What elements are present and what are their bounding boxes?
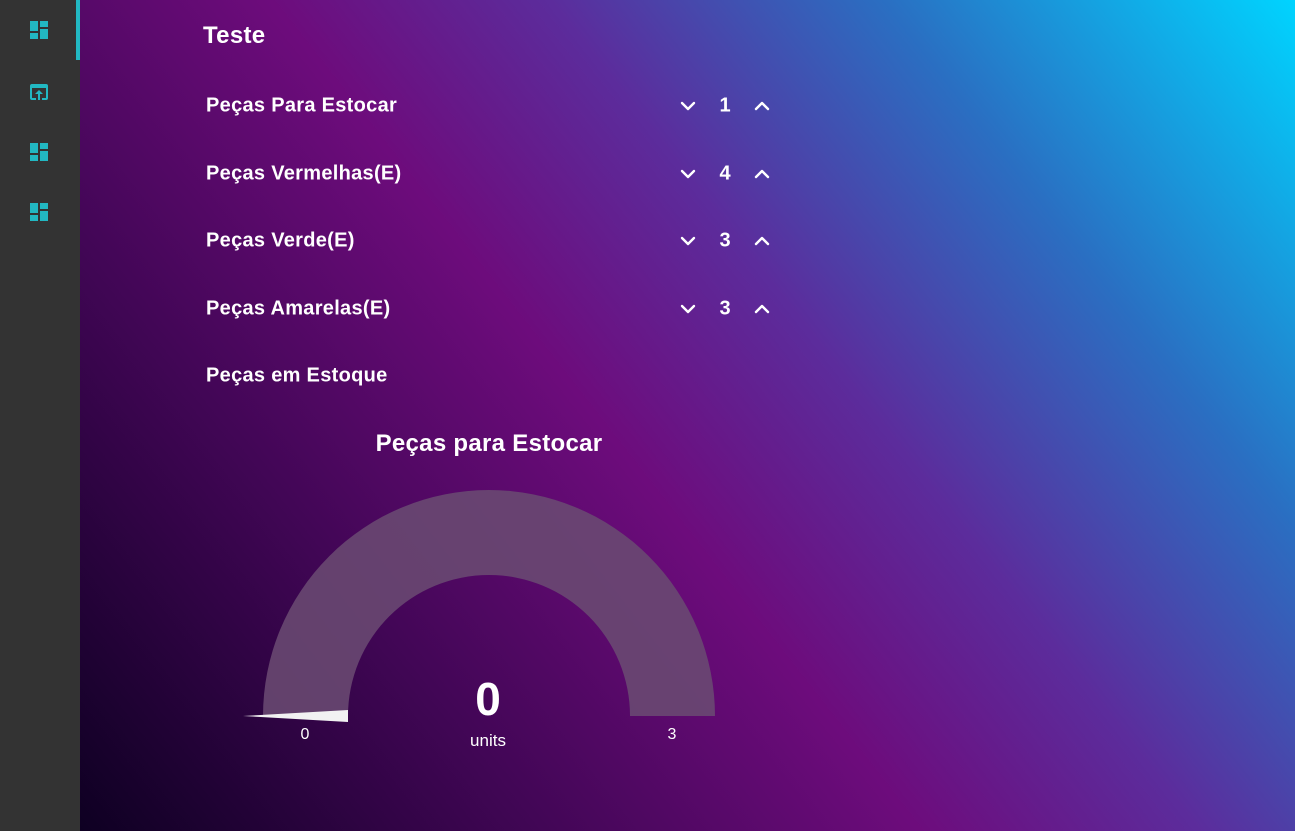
increment-button[interactable]	[750, 162, 774, 186]
counter-value: 3	[719, 229, 731, 252]
sidebar-item-dashboard-1[interactable]	[0, 0, 80, 60]
counter-row-pecas-verde: Peças Verde(E) 3	[206, 221, 786, 261]
increment-button[interactable]	[750, 94, 774, 118]
gauge-max-label: 3	[667, 726, 677, 743]
counter-row-pecas-para-estocar: Peças Para Estocar 1	[206, 86, 786, 126]
counter-label: Peças Para Estocar	[206, 94, 398, 117]
counter-label: Peças Verde(E)	[206, 229, 355, 252]
chevron-up-icon	[754, 304, 770, 314]
counter-value: 4	[719, 162, 731, 185]
counter-label: Peças Vermelhas(E)	[206, 162, 402, 185]
decrement-button[interactable]	[676, 229, 700, 253]
gauge-title: Peças para Estocar	[375, 430, 603, 457]
open-in-browser-icon	[30, 84, 48, 100]
sidebar-item-dashboard-2[interactable]	[0, 122, 80, 182]
chevron-up-icon	[754, 236, 770, 246]
page-title: Teste	[203, 22, 266, 49]
stock-section: Peças em Estoque	[206, 356, 786, 396]
sidebar-item-open[interactable]	[0, 62, 80, 122]
counter-value: 3	[719, 297, 731, 320]
increment-button[interactable]	[750, 229, 774, 253]
sidebar	[0, 0, 80, 831]
dashboard-icon	[30, 203, 48, 221]
sidebar-item-dashboard-3[interactable]	[0, 182, 80, 242]
chevron-down-icon	[680, 304, 696, 314]
chevron-down-icon	[680, 236, 696, 246]
gauge-value: 0	[475, 673, 501, 725]
gauge-min-label: 0	[300, 726, 310, 743]
counter-label: Peças Amarelas(E)	[206, 297, 391, 320]
chevron-down-icon	[680, 169, 696, 179]
chevron-up-icon	[754, 169, 770, 179]
gauge-units: units	[470, 731, 506, 750]
counter-row-pecas-amarelas: Peças Amarelas(E) 3	[206, 289, 786, 329]
chevron-down-icon	[680, 101, 696, 111]
chevron-up-icon	[754, 101, 770, 111]
decrement-button[interactable]	[676, 94, 700, 118]
decrement-button[interactable]	[676, 162, 700, 186]
dashboard-icon	[30, 143, 48, 161]
dashboard-icon	[30, 21, 48, 39]
counter-row-pecas-vermelhas: Peças Vermelhas(E) 4	[206, 154, 786, 194]
decrement-button[interactable]	[676, 297, 700, 321]
stock-section-label: Peças em Estoque	[206, 364, 388, 387]
increment-button[interactable]	[750, 297, 774, 321]
dashboard-main: Teste Peças Para Estocar 1 Peças Vermelh…	[80, 0, 1295, 831]
counter-value: 1	[719, 94, 731, 117]
